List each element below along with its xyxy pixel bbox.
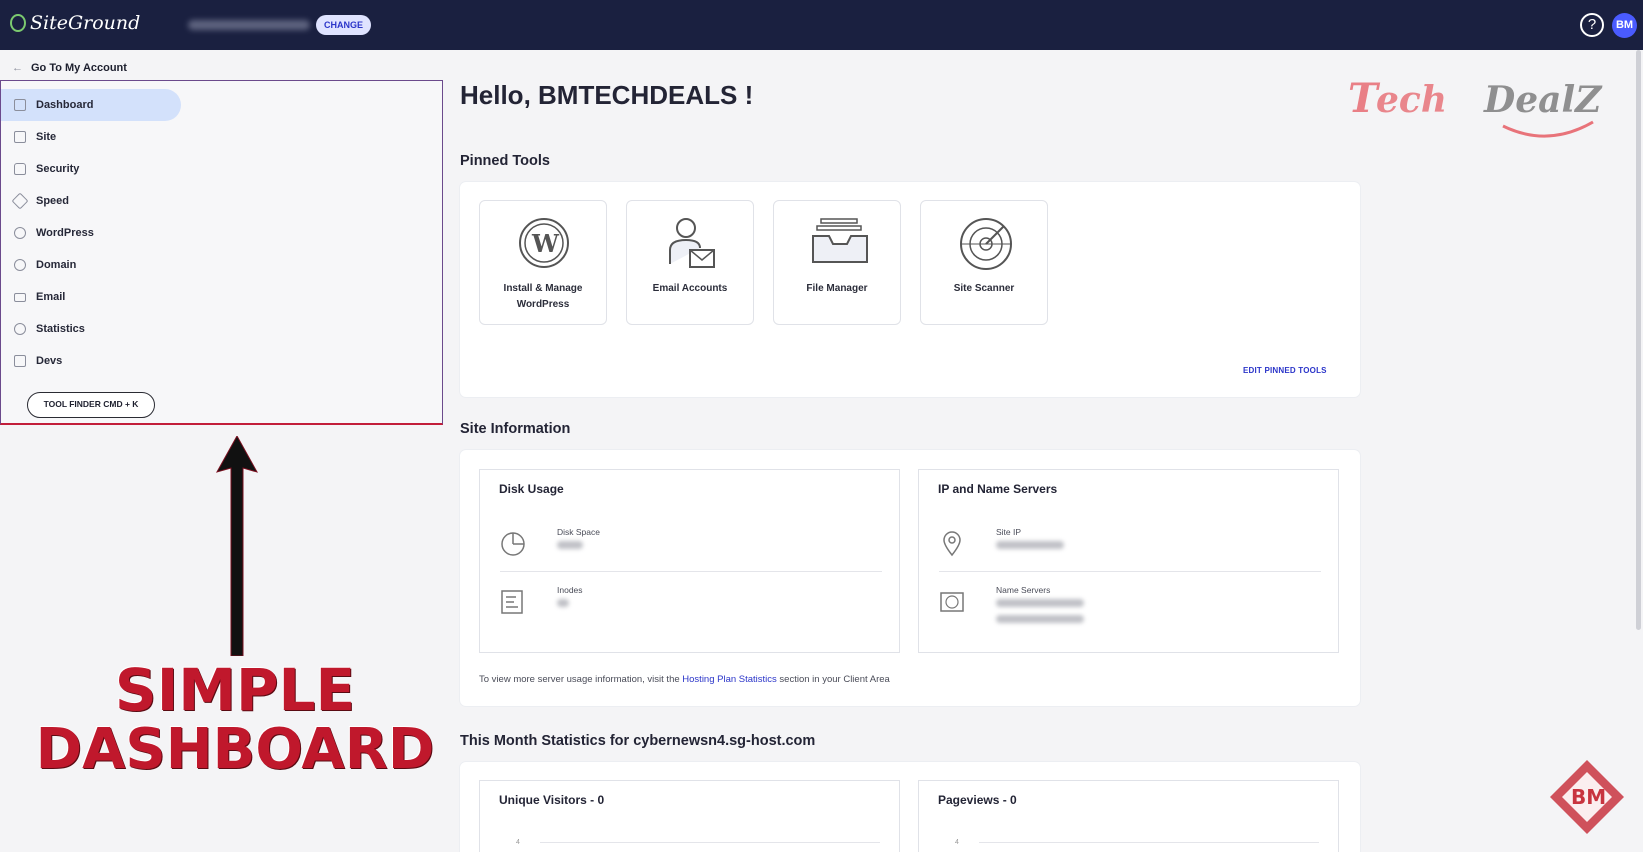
name-servers-label: Name Servers [996, 585, 1051, 595]
caption-line-1: SIMPLE [114, 656, 356, 724]
change-site-button[interactable]: CHANGE [316, 15, 372, 35]
tool-install-wordpress[interactable]: W Install & Manage WordPress [479, 200, 607, 325]
y-axis-tick: 4 [516, 839, 520, 846]
sidebar-item-dashboard[interactable]: Dashboard [1, 89, 181, 121]
globe-icon [14, 259, 26, 271]
sidebar-item-label: Statistics [36, 323, 85, 335]
pageviews-card: Pageviews - 0 4 [918, 780, 1339, 852]
disk-space-icon [501, 532, 525, 556]
server-globe-icon [940, 592, 964, 612]
server-usage-footnote: To view more server usage information, v… [479, 674, 890, 685]
hosting-plan-statistics-link[interactable]: Hosting Plan Statistics [682, 674, 777, 685]
tool-site-scanner[interactable]: Site Scanner [920, 200, 1048, 325]
footnote-prefix: To view more server usage information, v… [479, 674, 683, 685]
brand-name: SiteGround [30, 12, 141, 34]
inodes-label: Inodes [557, 585, 583, 595]
avatar[interactable]: BM [1612, 13, 1637, 38]
code-icon [14, 355, 26, 367]
up-arrow-annotation [215, 436, 259, 656]
tool-file-manager[interactable]: File Manager [773, 200, 901, 325]
page-scrollbar[interactable] [1636, 50, 1641, 630]
caption-line-2: DASHBOARD [35, 716, 435, 782]
sidebar-item-site[interactable]: Site [1, 121, 181, 153]
svg-text:DealZ: DealZ [1483, 79, 1603, 121]
disk-space-value [557, 541, 583, 549]
sidebar-item-email[interactable]: Email [1, 281, 181, 313]
email-accounts-icon [669, 218, 715, 268]
disk-space-label: Disk Space [557, 527, 600, 537]
siteground-logo[interactable]: SiteGround [10, 12, 140, 34]
tool-email-accounts[interactable]: Email Accounts [626, 200, 754, 325]
tool-label: Site Scanner [953, 283, 1015, 294]
sidebar-item-label: Dashboard [36, 99, 94, 111]
sidebar-item-label: Security [36, 163, 80, 175]
ip-name-servers-card: IP and Name Servers Site IP Name Servers [918, 469, 1339, 653]
sidebar-item-label: Speed [36, 195, 70, 207]
pinned-tools-title: Pinned Tools [460, 153, 550, 169]
footnote-suffix: section in your Client Area [776, 674, 890, 685]
top-bar: SiteGround CHANGE ? BM [0, 0, 1643, 50]
inodes-icon [501, 590, 523, 614]
svg-text:W: W [531, 229, 560, 258]
back-label: Go To My Account [31, 62, 127, 74]
help-icon[interactable]: ? [1580, 13, 1604, 37]
greeting: Hello, BMTECHDEALS ! [460, 80, 754, 110]
sidebar-item-label: Email [36, 291, 66, 303]
sidebar-item-label: Devs [36, 355, 63, 367]
edit-pinned-tools-link[interactable]: EDIT PINNED TOOLS [1243, 366, 1327, 375]
pie-chart-icon [14, 323, 26, 335]
file-manager-icon [812, 218, 868, 263]
disk-usage-title: Disk Usage [499, 482, 564, 496]
unique-visitors-card: Unique Visitors - 0 4 [479, 780, 900, 852]
arrow-left-icon: ← [12, 62, 23, 74]
sidebar-item-security[interactable]: Security [1, 153, 181, 185]
sidebar-item-speed[interactable]: Speed [1, 185, 181, 217]
tool-finder-button[interactable]: TOOL FINDER CMD + K [27, 392, 155, 418]
divider [500, 571, 882, 572]
sidebar-item-wordpress[interactable]: WordPress [1, 217, 181, 249]
sidebar-item-devs[interactable]: Devs [1, 345, 181, 377]
site-ip-label: Site IP [996, 527, 1022, 537]
sidebar-item-label: Domain [36, 259, 77, 271]
mail-icon [14, 292, 26, 302]
svg-text:BM: BM [1571, 785, 1606, 809]
current-domain [188, 20, 310, 30]
site-scanner-icon [960, 218, 1012, 270]
location-pin-icon [943, 531, 961, 557]
sidebar-item-label: Site [36, 131, 57, 143]
disk-usage-card: Disk Usage Disk Space Inodes [479, 469, 900, 653]
y-axis-tick: 4 [955, 839, 959, 846]
gridline [979, 842, 1319, 843]
month-statistics-title: This Month Statistics for cybernewsn4.sg… [460, 733, 816, 749]
lock-icon [14, 163, 26, 175]
svg-text:ech: ech [1376, 79, 1447, 121]
sidebar-nav: Dashboard Site Security Speed WordPress … [0, 80, 443, 425]
tool-label: Email Accounts [652, 283, 728, 294]
unique-visitors-title: Unique Visitors - 0 [499, 793, 605, 807]
wordpress-icon [14, 227, 26, 239]
dashboard-icon [14, 99, 26, 111]
sidebar-item-label: WordPress [36, 227, 94, 239]
site-icon [14, 131, 26, 143]
site-ip-value [996, 541, 1064, 549]
tool-label: Install & Manage WordPress [503, 283, 583, 310]
siteground-logo-icon [10, 14, 26, 32]
go-to-my-account-link[interactable]: ← Go To My Account [12, 62, 127, 74]
ip-name-servers-title: IP and Name Servers [938, 482, 1058, 496]
name-server-2-value [996, 615, 1084, 623]
name-server-1-value [996, 599, 1084, 607]
pageviews-title: Pageviews - 0 [938, 793, 1017, 807]
rocket-icon [11, 192, 29, 210]
simple-dashboard-caption: SIMPLE DASHBOARD [20, 660, 450, 780]
tech-dealz-watermark: T ech DealZ [1348, 75, 1603, 138]
wordpress-icon: W [519, 218, 569, 268]
tool-label: File Manager [806, 283, 868, 294]
bm-corner-logo: BM [1550, 760, 1624, 834]
inodes-value [557, 599, 569, 607]
sidebar-item-statistics[interactable]: Statistics [1, 313, 181, 345]
gridline [540, 842, 880, 843]
divider [939, 571, 1321, 572]
sidebar-item-domain[interactable]: Domain [1, 249, 181, 281]
site-information-title: Site Information [460, 421, 571, 437]
